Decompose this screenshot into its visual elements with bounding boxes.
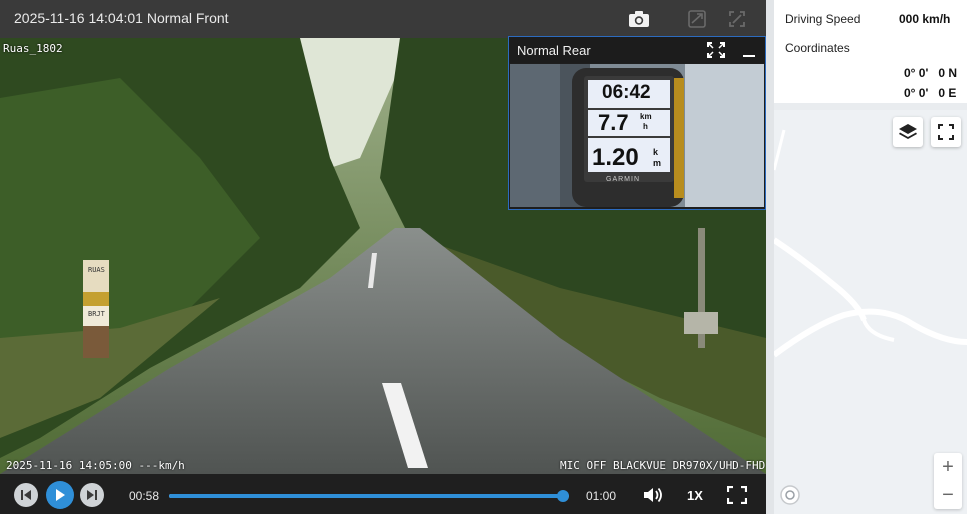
panel-divider [766,0,774,514]
speed-label: Driving Speed [785,12,861,26]
latitude-value: 0° 0' 0 N [904,66,958,80]
current-time: 00:58 [129,489,160,503]
progress-knob[interactable] [557,490,569,502]
video-title-bar: 2025-11-16 14:04:01 Normal Front [0,0,766,38]
rear-video-frame: 06:42 7.7 km h 1.20 k m GARMIN [510,64,764,207]
rear-pip-header: Normal Rear [509,37,765,63]
gps-distance-unit-bottom: m [653,158,662,168]
progress-slider[interactable] [169,490,569,502]
gps-distance: 1.20 [592,144,639,171]
progress-fill [169,494,563,498]
speed-value: 000 km/h [899,12,951,26]
timestamp-overlay: 2025-11-16 14:05:00 ---km/h [6,459,185,472]
gps-speed: 7.7 [598,110,629,135]
video-player: 2025-11-16 14:04:01 Normal Front Ruas_18… [0,0,766,514]
rear-pip-title: Normal Rear [517,43,591,58]
crop-icon[interactable] [726,8,748,30]
compass-icon[interactable] [780,485,800,510]
share-icon[interactable] [686,8,708,30]
location-label: Ruas_1802 [3,42,63,55]
longitude-value: 0° 0' 0 E [904,86,957,100]
playback-rate-button[interactable]: 1X [687,488,703,503]
expand-icon[interactable] [707,42,725,63]
zoom-in-button[interactable]: + [934,453,962,481]
playback-controls: 00:58 01:00 1X [0,474,766,514]
road-sign-bottom: BRJT [88,310,105,318]
gps-brand-logo: GARMIN [606,176,640,183]
gps-speed-unit-top: km [640,112,652,121]
road-sign-top: RUAS [88,266,105,274]
previous-button[interactable] [14,483,38,507]
info-panel: Driving Speed 000 km/h Coordinates 0° 0'… [774,0,967,103]
next-button[interactable] [80,483,104,507]
gps-distance-unit-top: k [653,147,659,157]
map-fullscreen-icon [938,124,954,140]
zoom-out-button[interactable]: − [934,481,962,509]
volume-icon[interactable] [642,486,664,509]
map-fullscreen-button[interactable] [931,117,961,147]
fullscreen-icon[interactable] [726,485,748,509]
gps-speed-unit-bottom: h [643,122,648,131]
layers-button[interactable] [893,117,923,147]
gps-time: 06:42 [602,82,651,103]
play-button[interactable] [46,481,74,509]
coordinates-label: Coordinates [785,41,850,55]
device-overlay: MIC OFF BLACKVUE DR970X/UHD-FHD [560,459,766,472]
camera-icon[interactable] [628,8,650,30]
layers-icon [899,124,917,139]
zoom-control: + − [934,453,962,509]
minimize-icon[interactable] [742,42,756,63]
total-time: 01:00 [586,489,617,503]
video-title: 2025-11-16 14:04:01 Normal Front [14,10,229,26]
rear-camera-pip[interactable]: Normal Rear 06:42 7.7 km h 1.20 k m GARM… [508,36,766,210]
